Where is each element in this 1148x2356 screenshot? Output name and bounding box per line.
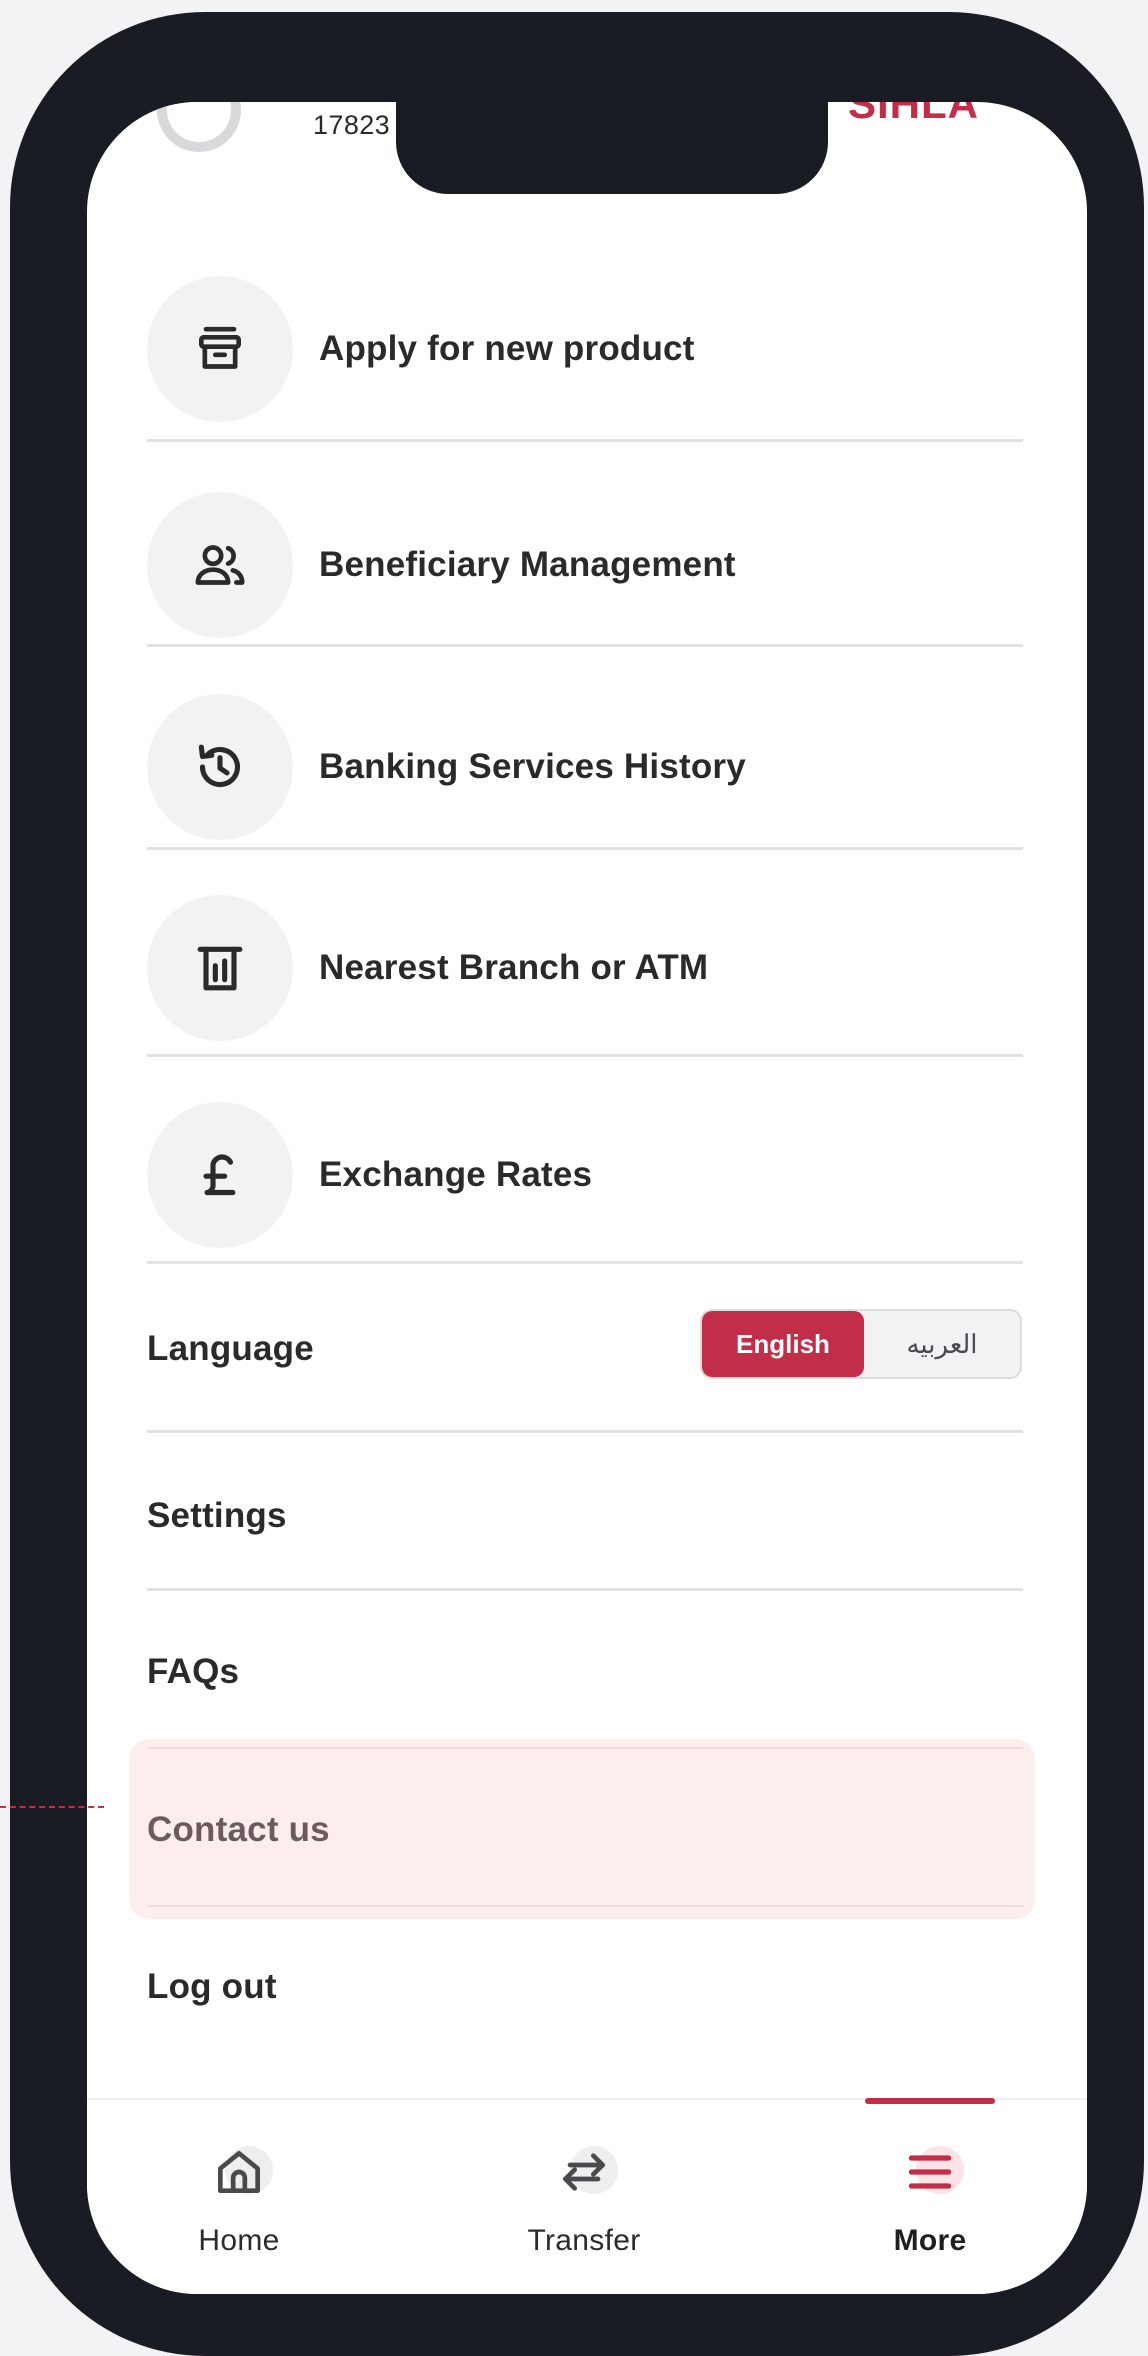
nav-item-transfer[interactable]: Transfer: [484, 2140, 684, 2258]
menu-item-banking-services-history[interactable]: Banking Services History: [147, 664, 1023, 870]
device-notch: [396, 92, 828, 194]
history-icon: [147, 694, 293, 840]
avatar[interactable]: [157, 102, 241, 152]
nav-label: Transfer: [527, 2224, 641, 2257]
menu-item-log-out[interactable]: Log out: [147, 1967, 277, 2007]
language-toggle[interactable]: English العربيه: [700, 1309, 1022, 1379]
menu-item-exchange-rates[interactable]: Exchange Rates: [147, 1072, 1023, 1278]
divider: [147, 1430, 1023, 1433]
menu-item-settings[interactable]: Settings: [147, 1496, 287, 1536]
divider: [147, 1905, 1023, 1907]
menu-item-apply-product[interactable]: Apply for new product: [147, 246, 1023, 452]
bottom-navigation: Home Transfer More: [87, 2098, 1087, 2294]
divider: [147, 644, 1023, 647]
divider: [147, 847, 1023, 850]
divider: [147, 1261, 1023, 1264]
language-option-english[interactable]: English: [702, 1311, 864, 1377]
product-box-icon: [147, 276, 293, 422]
divider: [147, 439, 1023, 442]
nav-item-more[interactable]: More: [830, 2140, 1030, 2258]
nav-label: Home: [198, 2224, 280, 2257]
divider: [147, 1588, 1023, 1591]
nav-label: More: [893, 2224, 967, 2257]
phone-frame: 17823 SIHLA Apply for new product Benefi…: [10, 12, 1144, 2356]
language-option-arabic[interactable]: العربيه: [864, 1311, 1020, 1377]
menu-item-contact-us[interactable]: Contact us: [147, 1810, 330, 1850]
brand-logo-partial: SIHLA: [848, 102, 979, 127]
account-number: 17823: [313, 110, 391, 140]
menu-icon: [890, 2140, 970, 2208]
menu-label: Nearest Branch or ATM: [319, 948, 709, 987]
menu-item-beneficiary-management[interactable]: Beneficiary Management: [147, 462, 1023, 668]
home-icon: [199, 2140, 279, 2208]
menu-label: Apply for new product: [319, 329, 695, 368]
divider: [147, 1054, 1023, 1057]
annotation-pointer: [0, 1806, 104, 1808]
menu-label: Banking Services History: [319, 747, 746, 786]
screen: 17823 SIHLA Apply for new product Benefi…: [87, 102, 1087, 2294]
people-icon: [147, 492, 293, 638]
atm-icon: [147, 895, 293, 1041]
menu-item-faqs[interactable]: FAQs: [147, 1652, 239, 1692]
menu-label: Exchange Rates: [319, 1155, 593, 1194]
pound-icon: [147, 1102, 293, 1248]
nav-item-home[interactable]: Home: [139, 2140, 339, 2258]
divider: [147, 1747, 1023, 1749]
transfer-icon: [544, 2140, 624, 2208]
menu-label: Beneficiary Management: [319, 545, 736, 584]
language-label: Language: [147, 1329, 314, 1368]
active-tab-indicator: [865, 2098, 995, 2104]
menu-item-nearest-branch-atm[interactable]: Nearest Branch or ATM: [147, 865, 1023, 1071]
